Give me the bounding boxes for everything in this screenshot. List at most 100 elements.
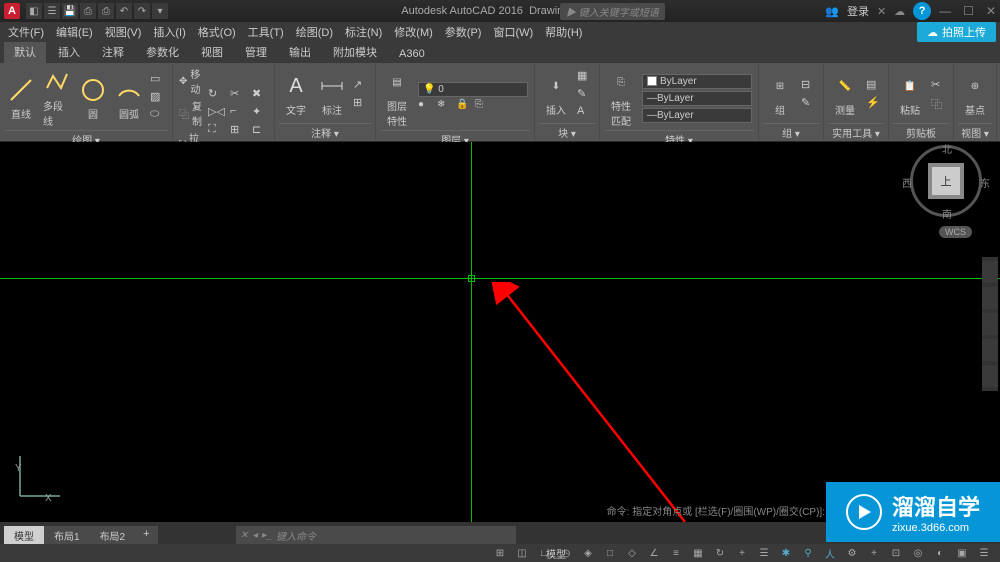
match-properties-button[interactable]: ⎘特性 匹配 [604,66,638,130]
linetype-dropdown[interactable]: — ByLayer [642,108,752,123]
panel-title[interactable]: 注释 ▾ [279,123,371,141]
saveas-icon[interactable]: ⎙ [80,3,96,19]
dynamic-input-icon[interactable]: + [732,546,752,560]
text-button[interactable]: A文字 [279,70,313,119]
mirror-icon[interactable]: ▷◁ [208,105,224,121]
edit-attr-icon[interactable]: A [577,105,593,121]
selection-cycling-icon[interactable]: ↻ [710,546,730,560]
layer-off-icon[interactable]: ● [418,99,434,115]
autoscale-icon[interactable]: ⚲ [798,546,818,560]
select-all-icon[interactable]: ▤ [866,78,882,94]
menu-window[interactable]: 窗口(W) [489,22,537,42]
help-button[interactable]: ? [913,2,931,20]
edit-block-icon[interactable]: ✎ [577,87,593,103]
workspace-icon[interactable]: ⚙ [842,546,862,560]
panel-title[interactable]: 组 ▾ [763,123,819,141]
leader-icon[interactable]: ↗ [353,78,369,94]
rotate-icon[interactable]: ↻ [208,87,224,103]
a360-icon[interactable]: ☁ [894,5,905,18]
fillet-icon[interactable]: ⌐ [230,105,246,121]
group-button[interactable]: ⊞组 [763,70,797,119]
tab-addins[interactable]: 附加模块 [323,41,387,63]
tab-annotate[interactable]: 注释 [92,41,134,63]
menu-edit[interactable]: 编辑(E) [52,22,97,42]
layer-properties-button[interactable]: ▤图层 特性 [380,66,414,130]
menu-insert[interactable]: 插入(I) [149,22,189,42]
qat-more-icon[interactable]: ▾ [152,3,168,19]
tab-parametric[interactable]: 参数化 [136,41,189,63]
copy-clip-icon[interactable]: ⿻ [931,96,947,112]
close-button[interactable]: ✕ [986,4,996,18]
tab-output[interactable]: 输出 [279,41,321,63]
osnap-toggle-icon[interactable]: □ [600,546,620,560]
orbit-icon[interactable] [982,339,998,361]
maximize-button[interactable]: ☐ [963,4,974,18]
drawing-canvas[interactable]: 上 北 南 西 东 WCS Y X 命令: 指定对角点或 [栏选(F)/圈围(W… [0,142,1000,522]
basepoint-button[interactable]: ⊕基点 [958,70,992,119]
measure-button[interactable]: 📏测量 [828,70,862,119]
menu-dimension[interactable]: 标注(N) [341,22,386,42]
otrack-toggle-icon[interactable]: ∠ [644,546,664,560]
infocenter-icon[interactable]: 👥 [825,5,839,18]
trim-icon[interactable]: ✂ [230,87,246,103]
tab-insert[interactable]: 插入 [48,41,90,63]
menu-modify[interactable]: 修改(M) [390,22,437,42]
move-button[interactable]: ✥移动 [179,66,202,96]
minimize-button[interactable]: — [939,4,951,18]
statusbar-model-label[interactable]: 模型 [546,546,566,561]
annotation-monitor-icon[interactable]: + [864,546,884,560]
rectangle-icon[interactable]: ▭ [150,72,166,88]
undo-icon[interactable]: ↶ [116,3,132,19]
zoom-extents-icon[interactable] [982,313,998,335]
grid-toggle-icon[interactable]: ⊞ [490,546,510,560]
quick-select-icon[interactable]: ⚡ [866,96,882,112]
redo-icon[interactable]: ↷ [134,3,150,19]
new-icon[interactable]: ◧ [26,3,42,19]
panel-title[interactable]: 剪贴板 [893,123,949,141]
erase-icon[interactable]: ✖ [252,87,268,103]
circle-button[interactable]: 圆 [76,74,110,123]
snap-toggle-icon[interactable]: ◫ [512,546,532,560]
3dosnap-toggle-icon[interactable]: ◇ [622,546,642,560]
save-icon[interactable]: 💾 [62,3,78,19]
menu-file[interactable]: 文件(F) [4,22,48,42]
isodraft-toggle-icon[interactable]: ◈ [578,546,598,560]
exchange-icon[interactable]: ✕ [877,5,886,18]
layout-tab-layout1[interactable]: 布局1 [44,526,90,544]
tab-manage[interactable]: 管理 [235,41,277,63]
viewcube[interactable]: 上 北 南 西 东 [910,145,982,217]
menu-tools[interactable]: 工具(T) [244,22,288,42]
menu-format[interactable]: 格式(O) [194,22,240,42]
customize-icon[interactable]: ☰ [974,546,994,560]
panel-title[interactable]: 实用工具 ▾ [828,123,884,141]
recent-icon[interactable]: ◂ [252,530,257,541]
close-icon[interactable]: ✕ [240,530,248,541]
annotation-visibility-icon[interactable]: ✱ [776,546,796,560]
layout-tab-layout2[interactable]: 布局2 [90,526,136,544]
search-input[interactable]: ▶ 键入关键字或短语 [560,3,665,20]
explode-icon[interactable]: ✦ [252,105,268,121]
annotation-scale-icon[interactable]: 人 [820,546,840,560]
command-line[interactable]: ✕ ◂ ▸_ 键入命令 [236,526,516,544]
units-icon[interactable]: ⊡ [886,546,906,560]
array-icon[interactable]: ⊞ [230,123,246,139]
wcs-badge[interactable]: WCS [939,226,972,238]
layer-dropdown[interactable]: 💡 0 [418,82,528,97]
lineweight-dropdown[interactable]: — ByLayer [642,91,752,106]
layout-tab-add[interactable]: + [135,526,157,544]
app-logo[interactable]: A [4,3,20,19]
arc-button[interactable]: 圆弧 [112,74,146,123]
pan-icon[interactable] [982,287,998,309]
panel-title[interactable]: 视图 ▾ [958,123,992,141]
scale-icon[interactable]: ⛶ [208,123,224,139]
create-block-icon[interactable]: ▦ [577,69,593,85]
dimension-button[interactable]: 标注 [315,70,349,119]
layer-lock-icon[interactable]: 🔒 [456,99,472,115]
layer-match-icon[interactable]: ⎘ [475,99,491,115]
menu-help[interactable]: 帮助(H) [541,22,586,42]
menu-parametric[interactable]: 参数(P) [441,22,486,42]
group-edit-icon[interactable]: ✎ [801,96,817,112]
paste-button[interactable]: 📋粘贴 [893,70,927,119]
layout-tab-model[interactable]: 模型 [4,526,44,544]
layer-freeze-icon[interactable]: ❄ [437,99,453,115]
